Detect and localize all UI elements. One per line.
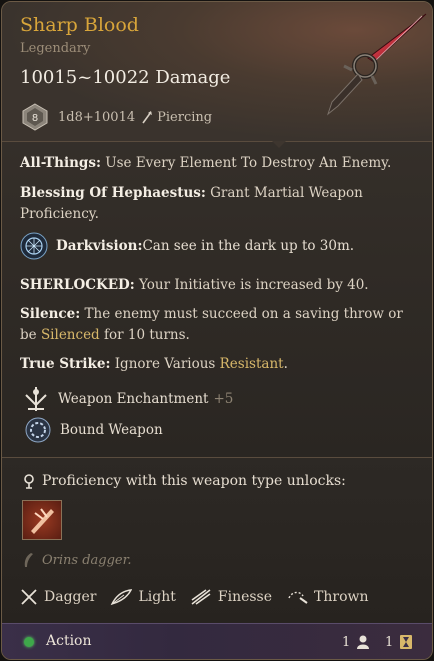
enchantment-label: Weapon Enchantment	[58, 391, 209, 407]
action-label: Action	[46, 633, 92, 649]
d8-die-icon: 8	[22, 103, 48, 131]
property-desc: Your Initiative is increased by 40.	[134, 277, 369, 293]
property-sherlocked: SHERLOCKED: Your Initiative is increased…	[20, 275, 410, 296]
property-desc: Can see in the dark up to 30m.	[142, 238, 355, 254]
feather-icon	[111, 589, 133, 606]
weapon-prop-light[interactable]: Light	[110, 588, 176, 606]
weapon-prop-finesse[interactable]: Finesse	[190, 588, 272, 606]
property-name: Darkvision:	[56, 238, 143, 254]
weapon-enchantment-icon	[25, 387, 47, 411]
finesse-icon	[191, 589, 211, 605]
action-resource-icon	[357, 635, 370, 649]
enchantment-bonus: +5	[213, 391, 234, 407]
weapon-prop-label: Finesse	[217, 589, 273, 605]
property-desc: Ignore Various	[110, 356, 220, 372]
weapon-prop-thrown[interactable]: Thrown	[286, 588, 369, 606]
property-name: Silence:	[20, 306, 81, 322]
header-divider	[2, 141, 432, 142]
bound-weapon-label: Bound Weapon	[60, 422, 163, 438]
property-name: Blessing Of Hephaestus:	[20, 185, 206, 201]
dagger-icon	[21, 589, 37, 605]
action-footer: Action 1 1	[2, 623, 432, 659]
property-name: SHERLOCKED:	[20, 277, 135, 293]
damage-type: Piercing	[141, 110, 212, 125]
die-face: 8	[32, 113, 38, 124]
weapon-prop-dagger[interactable]: Dagger	[20, 588, 96, 606]
weapon-action-unlock-icon[interactable]	[22, 500, 62, 540]
hourglass-resource-icon	[400, 635, 413, 649]
property-hephaestus: Blessing Of Hephaestus: Grant Martial We…	[20, 183, 410, 225]
weapon-prop-label: Light	[138, 589, 176, 605]
item-rarity: Legendary	[20, 41, 91, 56]
action-cost: 1	[342, 634, 370, 650]
action-cost-value: 1	[342, 634, 351, 650]
property-name: All-Things:	[20, 155, 101, 171]
property-name: True Strike:	[20, 356, 111, 372]
proficiency-gear-icon	[24, 474, 34, 489]
proficiency-header: Proficiency with this weapon type unlock…	[22, 473, 346, 489]
bonus-cost-value: 1	[385, 634, 394, 650]
weapon-prop-label: Dagger	[44, 589, 97, 605]
weapon-enchantment-row: Weapon Enchantment +5	[22, 385, 233, 413]
bound-weapon-icon	[25, 417, 51, 443]
item-tooltip: Sharp Blood Legendary 10015~10022 Damage…	[1, 1, 433, 660]
item-damage: 10015~10022 Damage	[20, 67, 231, 88]
damage-dice-row: 8 1d8+10014 Piercing	[22, 103, 212, 131]
property-desc: .	[283, 356, 288, 372]
property-desc: for 10 turns.	[99, 327, 190, 343]
silenced-highlight[interactable]: Silenced	[41, 327, 100, 343]
description-text: Orins dagger.	[42, 552, 132, 568]
property-darkvision: Darkvision: Can see in the dark up to 30…	[20, 232, 354, 260]
piercing-icon	[142, 111, 153, 124]
property-all-things: All-Things: Use Every Element To Destroy…	[20, 153, 410, 174]
header-divider-notch	[272, 141, 286, 148]
darkvision-icon	[20, 232, 48, 260]
action-indicator-dot	[24, 637, 34, 647]
damage-type-label: Piercing	[157, 109, 213, 125]
resistant-highlight[interactable]: Resistant	[220, 356, 284, 372]
property-silence: Silence: The enemy must succeed on a sav…	[20, 304, 410, 346]
weapon-prop-label: Thrown	[314, 589, 369, 605]
item-description: Orins dagger.	[22, 552, 132, 568]
slash-attack-icon	[31, 508, 54, 534]
property-true-strike: True Strike: Ignore Various Resistant.	[20, 354, 410, 375]
bound-weapon-row: Bound Weapon	[24, 416, 163, 444]
weapon-properties-row: Dagger Light Finesse Thrown	[20, 588, 383, 606]
bonus-cost: 1	[385, 634, 413, 650]
section-divider	[2, 457, 432, 458]
item-name: Sharp Blood	[20, 14, 139, 36]
description-quill-icon	[24, 553, 33, 567]
thrown-icon	[288, 591, 308, 604]
property-desc: Use Every Element To Destroy An Enemy.	[100, 155, 392, 171]
proficiency-label: Proficiency with this weapon type unlock…	[42, 473, 346, 489]
dice-formula: 1d8+10014	[58, 109, 136, 125]
dagger-artwork-icon	[326, 13, 427, 116]
